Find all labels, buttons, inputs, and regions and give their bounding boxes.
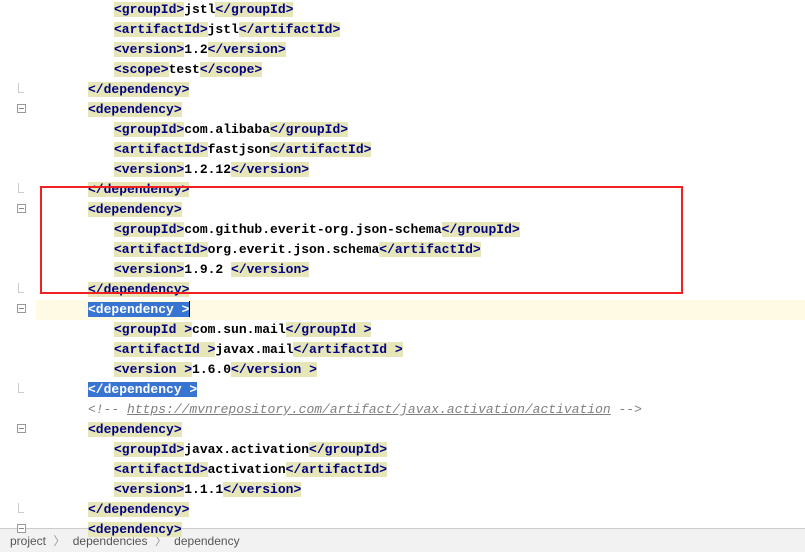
code-line: <artifactId>org.everit.json.schema</arti… — [36, 240, 805, 260]
code-line: <version>1.2.12</version> — [36, 160, 805, 180]
code-line: <groupId >com.sun.mail</groupId > — [36, 320, 805, 340]
text-cursor — [189, 301, 190, 317]
code-line: </dependency> — [36, 280, 805, 300]
code-line: <version>1.9.2 </version> — [36, 260, 805, 280]
code-line-current: <dependency > — [36, 300, 805, 320]
code-area[interactable]: <groupId>jstl</groupId> <artifactId>jstl… — [30, 0, 805, 528]
code-line: <artifactId>activation</artifactId> — [36, 460, 805, 480]
fold-end-icon — [18, 283, 24, 293]
code-line: <groupId>com.alibaba</groupId> — [36, 120, 805, 140]
fold-end-icon — [18, 383, 24, 393]
code-line: <artifactId>jstl</artifactId> — [36, 20, 805, 40]
fold-collapse-icon[interactable] — [17, 424, 26, 433]
code-line: <version>1.2</version> — [36, 40, 805, 60]
fold-end-icon — [18, 83, 24, 93]
code-line: <groupId>com.github.everit-org.json-sche… — [36, 220, 805, 240]
fold-collapse-icon[interactable] — [17, 524, 26, 533]
fold-collapse-icon[interactable] — [17, 104, 26, 113]
mvn-link[interactable]: https://mvnrepository.com/artifact/javax… — [127, 402, 611, 417]
code-line: <artifactId>fastjson</artifactId> — [36, 140, 805, 160]
code-line: </dependency> — [36, 180, 805, 200]
code-line: <dependency> — [36, 420, 805, 440]
code-line: <dependency> — [36, 100, 805, 120]
code-line: <groupId>javax.activation</groupId> — [36, 440, 805, 460]
code-line-comment: <!-- https://mvnrepository.com/artifact/… — [36, 400, 805, 420]
code-line: </dependency> — [36, 500, 805, 520]
code-line: <groupId>jstl</groupId> — [36, 0, 805, 20]
fold-end-icon — [18, 183, 24, 193]
gutter — [0, 0, 30, 528]
code-line: <version>1.1.1</version> — [36, 480, 805, 500]
code-line: <scope>test</scope> — [36, 60, 805, 80]
fold-collapse-icon[interactable] — [17, 204, 26, 213]
fold-end-icon — [18, 503, 24, 513]
fold-collapse-icon[interactable] — [17, 304, 26, 313]
code-editor[interactable]: <groupId>jstl</groupId> <artifactId>jstl… — [0, 0, 805, 528]
code-line: <dependency> — [36, 200, 805, 220]
code-line: <artifactId >javax.mail</artifactId > — [36, 340, 805, 360]
code-line: <version >1.6.0</version > — [36, 360, 805, 380]
code-line: <dependency> — [36, 520, 805, 540]
code-line: </dependency> — [36, 80, 805, 100]
code-line: </dependency > — [36, 380, 805, 400]
